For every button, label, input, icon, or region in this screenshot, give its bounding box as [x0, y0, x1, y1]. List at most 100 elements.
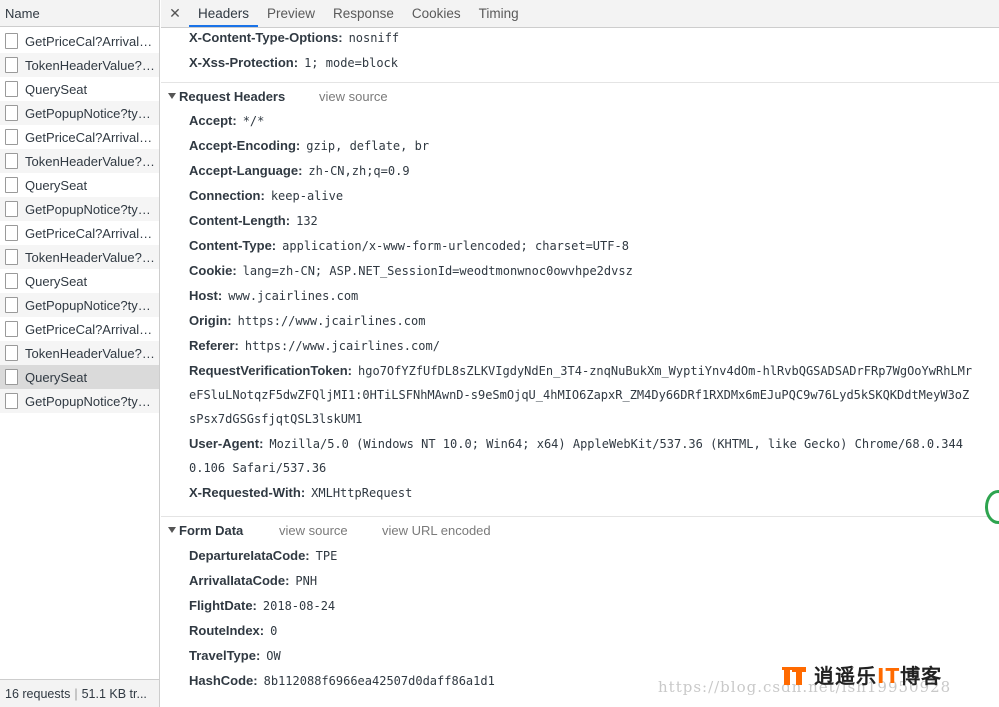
logo-suffix: 博客	[900, 664, 943, 688]
tab-cookies[interactable]: Cookies	[403, 0, 470, 27]
header-value: https://www.jcairlines.com/	[244, 339, 440, 353]
header-value: gzip, deflate, br	[306, 139, 430, 153]
form-key: RouteIndex:	[189, 623, 265, 638]
header-key: X-Content-Type-Options:	[189, 30, 343, 45]
form-data-section-header[interactable]: Form Data view source view URL encoded	[161, 516, 999, 544]
request-row[interactable]: GetPopupNotice?type=1	[0, 101, 159, 125]
header-row: Accept: */*	[189, 113, 264, 128]
view-source-link[interactable]: view source	[319, 89, 388, 104]
header-row: User-Agent: Mozilla/5.0 (Windows NT 10.0;…	[189, 436, 963, 451]
header-row: Cookie: lang=zh-CN; ASP.NET_SessionId=weo…	[189, 263, 633, 278]
form-data-row: TravelType: OW	[189, 648, 281, 663]
request-row[interactable]: GetPriceCal?ArrivalIataCode=PNH	[0, 125, 159, 149]
header-row: RequestVerificationToken: hgo7OfYZfUfDL8s…	[189, 363, 972, 378]
header-value-continuation: sPsx7dGSGsfjqtQSL3lskUM1	[189, 412, 363, 426]
header-value-continuation: 0.106 Safari/537.36	[189, 461, 327, 475]
header-key: Cookie:	[189, 263, 237, 278]
header-key: User-Agent:	[189, 436, 264, 451]
file-icon	[5, 177, 18, 193]
header-row: X-Xss-Protection: 1; mode=block	[189, 55, 398, 70]
form-value: TPE	[315, 549, 338, 563]
header-row: Origin: https://www.jcairlines.com	[189, 313, 425, 328]
request-name: TokenHeaderValue?t=1	[25, 249, 155, 265]
request-name: GetPopupNotice?type=1	[25, 393, 155, 409]
file-icon	[5, 393, 18, 409]
form-key: HashCode:	[189, 673, 258, 688]
header-row: X-Requested-With: XMLHttpRequest	[189, 485, 412, 500]
form-key: DepartureIataCode:	[189, 548, 310, 563]
request-name: GetPriceCal?ArrivalIataCode=PNH	[25, 33, 155, 49]
view-url-encoded-link[interactable]: view URL encoded	[382, 523, 491, 538]
tab-response[interactable]: Response	[324, 0, 403, 27]
view-source-link[interactable]: view source	[279, 523, 348, 538]
request-name: GetPriceCal?ArrivalIataCode=PNH	[25, 225, 155, 241]
header-value: */*	[242, 114, 265, 128]
file-icon	[5, 105, 18, 121]
expand-triangle-icon[interactable]	[168, 93, 176, 99]
file-icon	[5, 369, 18, 385]
form-value: 2018-08-24	[262, 599, 336, 613]
expand-triangle-icon[interactable]	[168, 527, 176, 533]
header-row: Referer: https://www.jcairlines.com/	[189, 338, 440, 353]
header-value-continuation: eFSluLNotqzF5dwZFQljMI1:0HTiLSFNhMAwnD-s…	[189, 388, 970, 402]
file-icon	[5, 321, 18, 337]
request-row[interactable]: GetPriceCal?ArrivalIataCode=PNH	[0, 29, 159, 53]
request-row[interactable]: TokenHeaderValue?t=1	[0, 149, 159, 173]
header-row: Content-Length: 132	[189, 213, 318, 228]
request-headers-section-header[interactable]: Request Headers view source	[161, 82, 999, 110]
request-name: GetPopupNotice?type=1	[25, 201, 155, 217]
header-key: Host:	[189, 288, 223, 303]
header-value: Mozilla/5.0 (Windows NT 10.0; Win64; x64…	[269, 437, 963, 451]
header-value: www.jcairlines.com	[228, 289, 359, 303]
logo-prefix: 逍遥乐	[814, 664, 877, 688]
request-row[interactable]: TokenHeaderValue?t=1	[0, 53, 159, 77]
request-row[interactable]: GetPopupNotice?type=1	[0, 197, 159, 221]
request-row[interactable]: QuerySeat	[0, 269, 159, 293]
request-row[interactable]: TokenHeaderValue?t=1	[0, 341, 159, 365]
header-key: X-Requested-With:	[189, 485, 306, 500]
name-column-header[interactable]: Name	[0, 0, 159, 27]
request-row[interactable]: QuerySeat	[0, 173, 159, 197]
request-row[interactable]: TokenHeaderValue?t=1	[0, 245, 159, 269]
file-icon	[5, 201, 18, 217]
file-icon	[5, 225, 18, 241]
file-icon	[5, 153, 18, 169]
header-key: X-Xss-Protection:	[189, 55, 299, 70]
request-row[interactable]: QuerySeat	[0, 77, 159, 101]
logo-it: IT	[877, 664, 901, 688]
form-data-row: RouteIndex: 0	[189, 623, 277, 638]
file-icon	[5, 273, 18, 289]
form-key: TravelType:	[189, 648, 261, 663]
form-data-row: DepartureIataCode: TPE	[189, 548, 337, 563]
tab-timing[interactable]: Timing	[470, 0, 528, 27]
request-row[interactable]: GetPriceCal?ArrivalIataCode=PNH	[0, 221, 159, 245]
details-tabbar: ✕ Headers Preview Response Cookies Timin…	[161, 0, 999, 28]
header-key: Origin:	[189, 313, 232, 328]
header-row: Connection: keep-alive	[189, 188, 343, 203]
request-name: QuerySeat	[25, 81, 88, 97]
file-icon	[5, 57, 18, 73]
header-key: Referer:	[189, 338, 239, 353]
request-row[interactable]: GetPopupNotice?type=1	[0, 293, 159, 317]
request-row[interactable]: QuerySeat	[0, 365, 159, 389]
request-name: GetPriceCal?ArrivalIataCode=PNH	[25, 129, 155, 145]
tab-preview[interactable]: Preview	[258, 0, 324, 27]
request-list: GetPriceCal?ArrivalIataCode=PNH TokenHead…	[0, 29, 159, 413]
header-row: X-Content-Type-Options: nosniff	[189, 30, 399, 45]
request-row[interactable]: GetPriceCal?ArrivalIataCode=PNH	[0, 317, 159, 341]
header-value: https://www.jcairlines.com	[237, 314, 426, 328]
request-name: TokenHeaderValue?t=1	[25, 345, 155, 361]
header-key: RequestVerificationToken:	[189, 363, 353, 378]
header-row: Accept-Language: zh-CN,zh;q=0.9	[189, 163, 410, 178]
request-row[interactable]: GetPopupNotice?type=1	[0, 389, 159, 413]
header-value: zh-CN,zh;q=0.9	[308, 164, 410, 178]
tab-headers[interactable]: Headers	[189, 0, 259, 27]
form-value: OW	[266, 649, 281, 663]
header-key: Accept:	[189, 113, 237, 128]
form-value: PNH	[295, 574, 318, 588]
close-icon[interactable]: ✕	[161, 0, 189, 27]
request-name: QuerySeat	[25, 177, 88, 193]
form-data-row: ArrivalIataCode: PNH	[189, 573, 317, 588]
file-icon	[5, 297, 18, 313]
request-count: 16 requests	[5, 687, 71, 701]
